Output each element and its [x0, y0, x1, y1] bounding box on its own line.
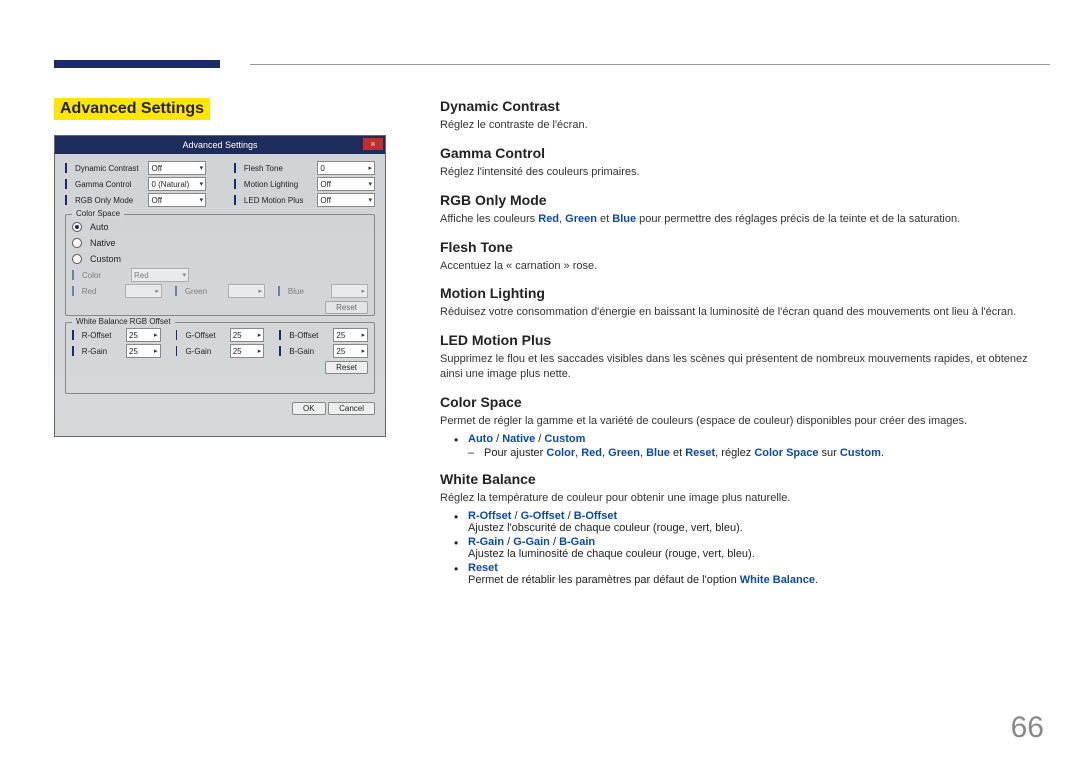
color-space-options: Auto / Native / Custom	[454, 433, 1044, 445]
desc-dynamic-contrast: Réglez le contraste de l'écran.	[440, 118, 1044, 133]
heading-color-space: Color Space	[440, 394, 1044, 410]
dropdown-motion-lighting[interactable]: Off▾	[317, 177, 375, 191]
ss-label-rgb-only: RGB Only Mode	[75, 196, 144, 205]
desc-flesh-tone: Accentuez la « carnation » rose.	[440, 259, 1044, 274]
wb-gain-line: R-Gain / G-Gain / B-Gain Ajustez la lumi…	[454, 536, 1044, 560]
ss-label-color: Color	[82, 271, 127, 280]
ss-label-rgain: R-Gain	[82, 347, 122, 356]
chevron-down-icon: ▾	[200, 164, 204, 172]
dropdown-goffset[interactable]: 25▸	[230, 328, 265, 342]
radio-native[interactable]	[72, 238, 82, 248]
ok-button[interactable]: OK	[292, 402, 326, 415]
screenshot-titlebar: Advanced Settings ×	[55, 136, 385, 154]
dropdown-bgain[interactable]: 25▸	[333, 344, 368, 358]
ss-label-green: Green	[185, 287, 224, 296]
dropdown-green[interactable]: ▸	[228, 284, 265, 298]
header-divider	[250, 64, 1050, 65]
desc-rgb-only: Affiche les couleurs Red, Green et Blue …	[440, 212, 1044, 227]
group-color-space: Color Space	[72, 209, 124, 218]
page-number: 66	[1011, 711, 1044, 745]
desc-motion-lighting: Réduisez votre consommation d'énergie en…	[440, 305, 1044, 320]
heading-rgb-only: RGB Only Mode	[440, 192, 1044, 208]
ss-label-roffset: R-Offset	[82, 331, 122, 340]
dropdown-boffset[interactable]: 25▸	[333, 328, 368, 342]
radio-native-label: Native	[90, 238, 116, 248]
radio-auto[interactable]	[72, 222, 82, 232]
wb-reset-line: Reset Permet de rétablir les paramètres …	[454, 562, 1044, 586]
cancel-button[interactable]: Cancel	[328, 402, 375, 415]
settings-screenshot: Advanced Settings × Dynamic Contrast Off…	[54, 135, 386, 437]
ss-label-motion-lighting: Motion Lighting	[244, 180, 313, 189]
dropdown-gamma-control[interactable]: 0 (Natural)▾	[148, 177, 206, 191]
dropdown-rgain[interactable]: 25▸	[126, 344, 161, 358]
ss-label-blue: Blue	[288, 287, 327, 296]
heading-flesh-tone: Flesh Tone	[440, 239, 1044, 255]
dropdown-blue[interactable]: ▸	[331, 284, 368, 298]
desc-gamma-control: Réglez l'intensité des couleurs primaire…	[440, 165, 1044, 180]
ss-label-bgain: B-Gain	[289, 347, 329, 356]
wb-reset-button[interactable]: Reset	[325, 361, 368, 374]
header-accent-bar	[54, 60, 220, 68]
desc-color-space: Permet de régler la gamme et la variété …	[440, 414, 1044, 429]
color-space-adjust-line: Pour ajuster Color, Red, Green, Blue et …	[468, 447, 1044, 459]
ss-label-boffset: B-Offset	[289, 331, 329, 340]
ss-label-ggain: G-Gain	[185, 347, 225, 356]
dropdown-led-motion[interactable]: Off▾	[317, 193, 375, 207]
dropdown-color[interactable]: Red▾	[131, 268, 189, 282]
heading-white-balance: White Balance	[440, 471, 1044, 487]
dropdown-red[interactable]: ▸	[125, 284, 162, 298]
heading-gamma-control: Gamma Control	[440, 145, 1044, 161]
dropdown-dynamic-contrast[interactable]: Off▾	[148, 161, 206, 175]
radio-auto-label: Auto	[90, 222, 109, 232]
ss-label-flesh-tone: Flesh Tone	[244, 164, 313, 173]
chevron-right-icon: ▸	[368, 164, 372, 172]
section-title: Advanced Settings	[54, 98, 210, 120]
group-white-balance: White Balance RGB Offset	[72, 317, 175, 326]
dropdown-flesh-tone[interactable]: 0▸	[317, 161, 375, 175]
close-icon[interactable]: ×	[363, 138, 383, 150]
dropdown-ggain[interactable]: 25▸	[230, 344, 265, 358]
desc-led-motion: Supprimez le flou et les saccades visibl…	[440, 352, 1044, 382]
radio-custom[interactable]	[72, 254, 82, 264]
screenshot-title: Advanced Settings	[182, 140, 257, 150]
cs-reset-button[interactable]: Reset	[325, 301, 368, 314]
ss-label-red: Red	[82, 287, 121, 296]
heading-motion-lighting: Motion Lighting	[440, 285, 1044, 301]
heading-dynamic-contrast: Dynamic Contrast	[440, 98, 1044, 114]
ss-label-dynamic-contrast: Dynamic Contrast	[75, 164, 144, 173]
radio-custom-label: Custom	[90, 254, 121, 264]
dropdown-rgb-only[interactable]: Off▾	[148, 193, 206, 207]
dropdown-roffset[interactable]: 25▸	[126, 328, 161, 342]
ss-label-led-motion: LED Motion Plus	[244, 196, 313, 205]
ss-label-gamma-control: Gamma Control	[75, 180, 144, 189]
wb-offset-line: R-Offset / G-Offset / B-Offset Ajustez l…	[454, 510, 1044, 534]
ss-label-goffset: G-Offset	[185, 331, 225, 340]
desc-white-balance: Réglez la température de couleur pour ob…	[440, 491, 1044, 506]
heading-led-motion: LED Motion Plus	[440, 332, 1044, 348]
